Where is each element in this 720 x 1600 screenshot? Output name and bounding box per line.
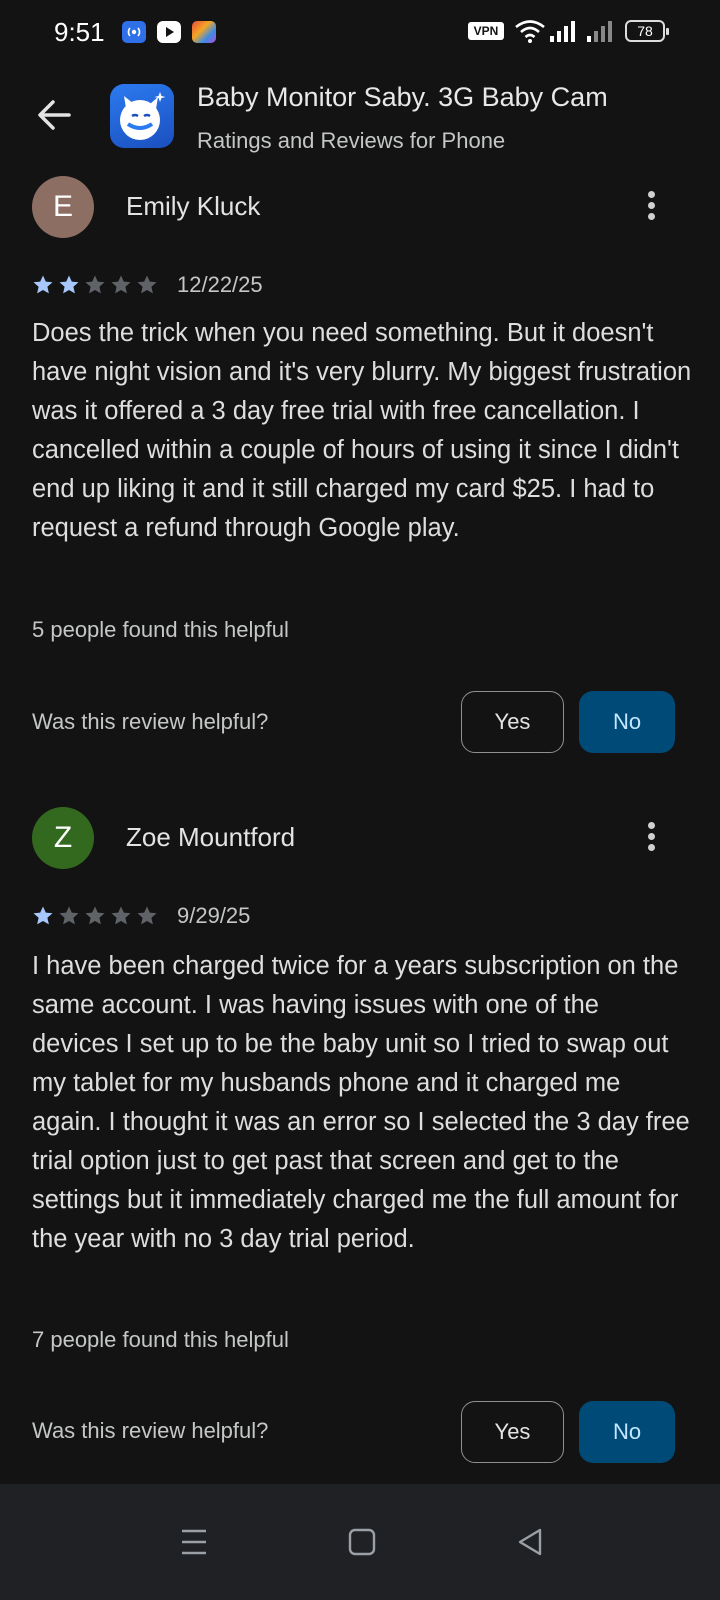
star-rating — [32, 905, 162, 929]
review-date: 12/22/25 — [177, 272, 263, 297]
star-empty-icon — [85, 906, 105, 925]
no-button[interactable]: No — [579, 691, 675, 753]
helpful-question: Was this review helpful? — [32, 1418, 269, 1443]
no-button[interactable]: No — [579, 1401, 675, 1463]
page-subtitle: Ratings and Reviews for Phone — [197, 128, 506, 153]
avatar: Z — [32, 807, 94, 869]
star-empty-icon — [137, 906, 157, 925]
arrow-left-icon — [38, 100, 71, 130]
helpful-question: Was this review helpful? — [32, 709, 269, 734]
review-text: I have been charged twice for a years su… — [32, 952, 690, 1253]
system-navigation-bar — [0, 1484, 720, 1600]
star-empty-icon — [111, 275, 131, 294]
reviewer-name: Zoe Mountford — [126, 822, 296, 852]
app-icon[interactable] — [110, 84, 174, 148]
signal-strength-icon — [550, 21, 575, 42]
signal-strength-2-icon — [587, 21, 612, 42]
photos-notification-icon — [192, 21, 216, 43]
home-square-icon[interactable] — [342, 1522, 382, 1562]
back-button[interactable] — [30, 90, 80, 140]
avatar: E — [32, 176, 94, 238]
yes-button[interactable]: Yes — [461, 1401, 564, 1463]
review-text: Does the trick when you need something. … — [32, 319, 692, 542]
hotspot-notification-icon — [122, 21, 146, 43]
yes-button[interactable]: Yes — [461, 691, 564, 753]
app-header: Baby Monitor Saby. 3G Baby Cam Ratings a… — [0, 74, 720, 164]
helpful-count: 7 people found this helpful — [32, 1327, 289, 1352]
star-empty-icon — [137, 275, 157, 294]
review-date: 9/29/25 — [177, 903, 251, 928]
status-bar: 9:51 VPN 78 — [0, 0, 720, 64]
helpful-count: 5 people found this helpful — [32, 617, 289, 642]
star-rating — [32, 274, 162, 298]
battery-indicator: 78 — [625, 20, 669, 42]
youtube-notification-icon — [157, 21, 181, 43]
vpn-indicator: VPN — [468, 22, 504, 40]
star-empty-icon — [59, 906, 79, 925]
more-options-button[interactable] — [638, 188, 664, 226]
reviewer-name: Emily Kluck — [126, 191, 261, 221]
app-title: Baby Monitor Saby. 3G Baby Cam — [197, 82, 608, 112]
star-empty-icon — [85, 275, 105, 294]
star-empty-icon — [111, 906, 131, 925]
more-vertical-icon — [647, 191, 655, 198]
baby-monitor-logo-icon — [120, 92, 166, 140]
star-filled-icon — [33, 906, 53, 925]
back-triangle-icon[interactable] — [510, 1522, 550, 1562]
star-filled-icon — [33, 275, 53, 294]
star-filled-icon — [59, 275, 79, 294]
more-options-button[interactable] — [638, 819, 664, 857]
wifi-icon — [515, 20, 545, 43]
more-vertical-icon — [647, 822, 655, 829]
menu-icon[interactable] — [174, 1522, 214, 1562]
status-time: 9:51 — [54, 17, 105, 47]
